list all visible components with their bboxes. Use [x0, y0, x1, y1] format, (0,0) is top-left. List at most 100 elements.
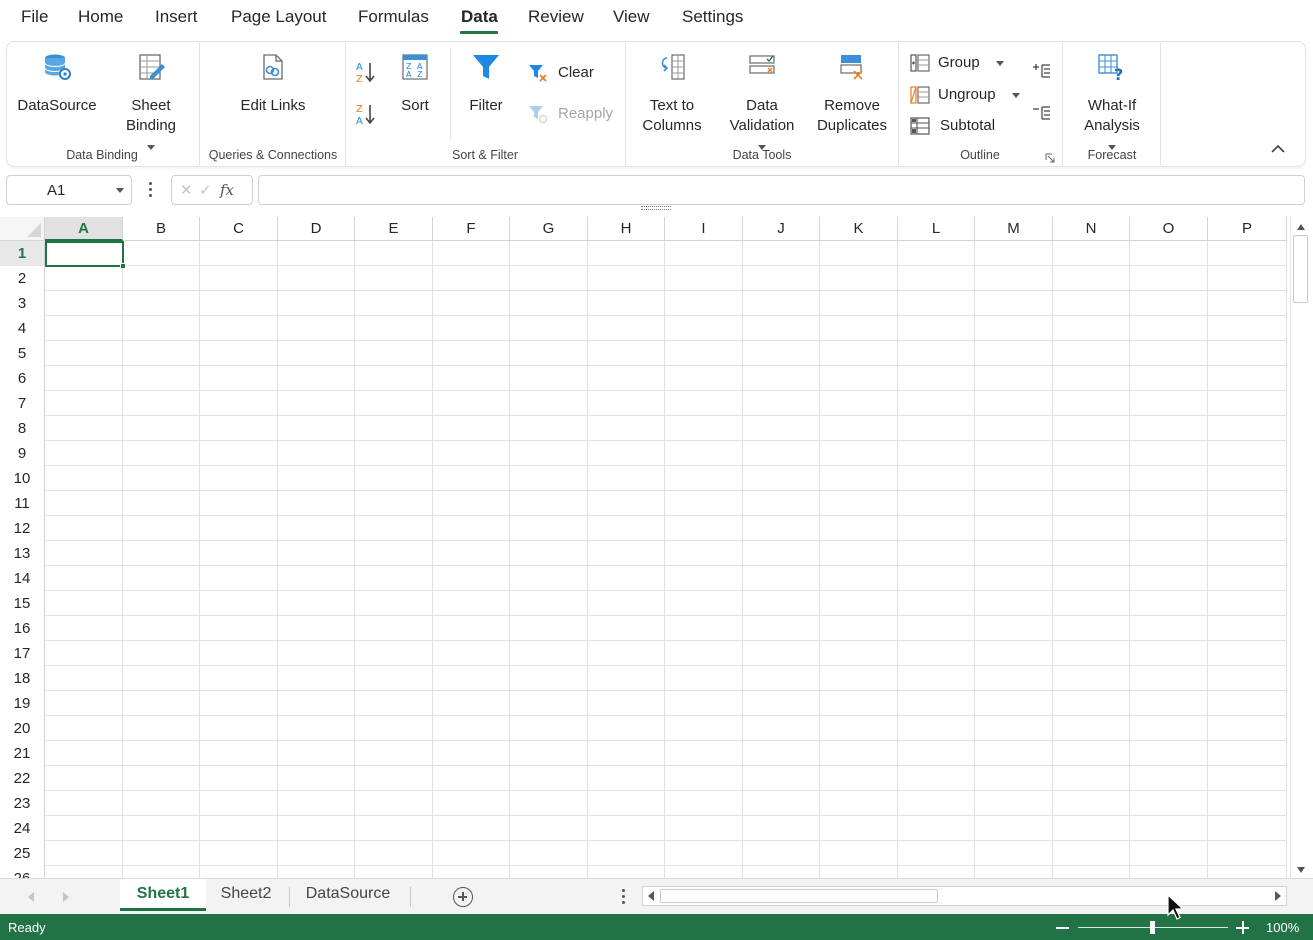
text-to-columns-button[interactable]: Text to Columns [638, 52, 706, 136]
row-header-18[interactable]: 18 [0, 666, 45, 691]
vertical-scrollbar[interactable] [1290, 217, 1310, 878]
row-header-7[interactable]: 7 [0, 391, 45, 416]
remove-duplicates-button[interactable]: Remove Duplicates [812, 52, 892, 136]
column-header-m[interactable]: M [975, 217, 1053, 241]
row-header-11[interactable]: 11 [0, 491, 45, 516]
more-options-icon[interactable] [146, 182, 154, 200]
row-header-12[interactable]: 12 [0, 516, 45, 541]
edit-links-button[interactable]: Edit Links [232, 52, 314, 116]
show-detail-button[interactable] [1032, 62, 1052, 85]
menu-file[interactable]: File [21, 7, 48, 27]
prev-sheet-icon[interactable] [28, 892, 34, 902]
zoom-level[interactable]: 100% [1266, 920, 1299, 935]
column-header-e[interactable]: E [355, 217, 433, 241]
filter-button[interactable]: Filter [461, 52, 511, 116]
row-header-14[interactable]: 14 [0, 566, 45, 591]
menu-view[interactable]: View [613, 7, 650, 27]
column-header-l[interactable]: L [898, 217, 975, 241]
scroll-right-icon[interactable] [1275, 891, 1281, 901]
column-header-d[interactable]: D [278, 217, 355, 241]
zoom-slider-thumb[interactable] [1150, 921, 1155, 934]
column-header-k[interactable]: K [820, 217, 898, 241]
cancel-icon[interactable]: ✕ [180, 181, 193, 199]
menu-review[interactable]: Review [528, 7, 584, 27]
insert-function-button[interactable]: fx [220, 181, 234, 199]
row-header-25[interactable]: 25 [0, 841, 45, 866]
menu-home[interactable]: Home [78, 7, 123, 27]
column-header-a[interactable]: A [45, 217, 123, 241]
row-header-26[interactable]: 26 [0, 866, 45, 878]
menu-settings[interactable]: Settings [682, 7, 743, 27]
menu-formulas[interactable]: Formulas [358, 7, 429, 27]
menu-page-layout[interactable]: Page Layout [231, 7, 326, 27]
sheet-tab-datasource[interactable]: DataSource [293, 879, 403, 911]
column-header-b[interactable]: B [123, 217, 200, 241]
horizontal-scrollbar[interactable] [642, 886, 1287, 906]
column-header-g[interactable]: G [510, 217, 588, 241]
clear-filter-button[interactable]: Clear [528, 63, 594, 83]
row-header-22[interactable]: 22 [0, 766, 45, 791]
sort-ascending-button[interactable]: A Z [355, 60, 377, 87]
row-header-13[interactable]: 13 [0, 541, 45, 566]
column-header-h[interactable]: H [588, 217, 665, 241]
row-header-6[interactable]: 6 [0, 366, 45, 391]
what-if-analysis-button[interactable]: ? What-If Analysis [1076, 52, 1148, 156]
column-header-j[interactable]: J [743, 217, 820, 241]
column-header-c[interactable]: C [200, 217, 278, 241]
column-header-f[interactable]: F [433, 217, 510, 241]
formula-input[interactable] [258, 175, 1305, 205]
row-header-15[interactable]: 15 [0, 591, 45, 616]
column-header-p[interactable]: P [1208, 217, 1287, 241]
group-button[interactable]: Group [910, 53, 1004, 73]
subtotal-button[interactable]: Subtotal [910, 116, 995, 136]
reapply-button[interactable]: Reapply [528, 104, 613, 124]
row-header-10[interactable]: 10 [0, 466, 45, 491]
zoom-in-button[interactable] [1236, 921, 1249, 934]
row-header-19[interactable]: 19 [0, 691, 45, 716]
collapse-ribbon-button[interactable] [1271, 141, 1285, 157]
row-header-9[interactable]: 9 [0, 441, 45, 466]
datasource-button[interactable]: DataSource [16, 52, 98, 116]
ungroup-button[interactable]: Ungroup [910, 85, 1020, 105]
row-header-4[interactable]: 4 [0, 316, 45, 341]
row-header-24[interactable]: 24 [0, 816, 45, 841]
row-header-23[interactable]: 23 [0, 791, 45, 816]
row-header-16[interactable]: 16 [0, 616, 45, 641]
sheet-tab-sheet2[interactable]: Sheet2 [207, 879, 285, 911]
select-all-corner[interactable] [0, 217, 45, 241]
menu-data[interactable]: Data [461, 7, 498, 27]
sort-descending-button[interactable]: Z A [355, 102, 377, 129]
scroll-left-icon[interactable] [648, 891, 654, 901]
row-header-1[interactable]: 1 [0, 241, 45, 266]
row-header-3[interactable]: 3 [0, 291, 45, 316]
menu-insert[interactable]: Insert [155, 7, 198, 27]
name-box[interactable]: A1 [6, 175, 132, 205]
data-validation-button[interactable]: Data Validation [724, 52, 800, 156]
horizontal-scroll-thumb[interactable] [660, 889, 938, 903]
column-header-i[interactable]: I [665, 217, 743, 241]
sheet-tab-sheet1[interactable]: Sheet1 [120, 879, 206, 911]
fill-handle[interactable] [120, 263, 126, 269]
sheet-binding-button[interactable]: Sheet Binding [116, 52, 186, 156]
row-header-20[interactable]: 20 [0, 716, 45, 741]
outline-settings-launcher[interactable] [1045, 150, 1055, 166]
column-header-n[interactable]: N [1053, 217, 1130, 241]
resize-grip[interactable] [641, 206, 671, 210]
row-header-2[interactable]: 2 [0, 266, 45, 291]
next-sheet-icon[interactable] [63, 892, 69, 902]
scroll-up-icon[interactable] [1297, 224, 1305, 230]
add-sheet-button[interactable] [453, 887, 473, 907]
check-icon[interactable]: ✓ [199, 181, 212, 199]
vertical-scroll-thumb[interactable] [1293, 235, 1308, 303]
row-header-8[interactable]: 8 [0, 416, 45, 441]
scroll-down-icon[interactable] [1297, 867, 1305, 873]
selected-cell-a1[interactable] [45, 241, 126, 269]
tabs-more-icon[interactable] [622, 889, 626, 904]
row-header-5[interactable]: 5 [0, 341, 45, 366]
row-header-21[interactable]: 21 [0, 741, 45, 766]
row-header-17[interactable]: 17 [0, 641, 45, 666]
sort-button[interactable]: Z A A Z Sort [392, 52, 438, 116]
spreadsheet-grid[interactable]: A B C D E F G H I J K L M N O P 1 2 3 4 5 6 7 8 9 10 11 12 13 14 15 16 1… [0, 217, 1287, 878]
column-header-o[interactable]: O [1130, 217, 1208, 241]
hide-detail-button[interactable] [1032, 104, 1052, 127]
